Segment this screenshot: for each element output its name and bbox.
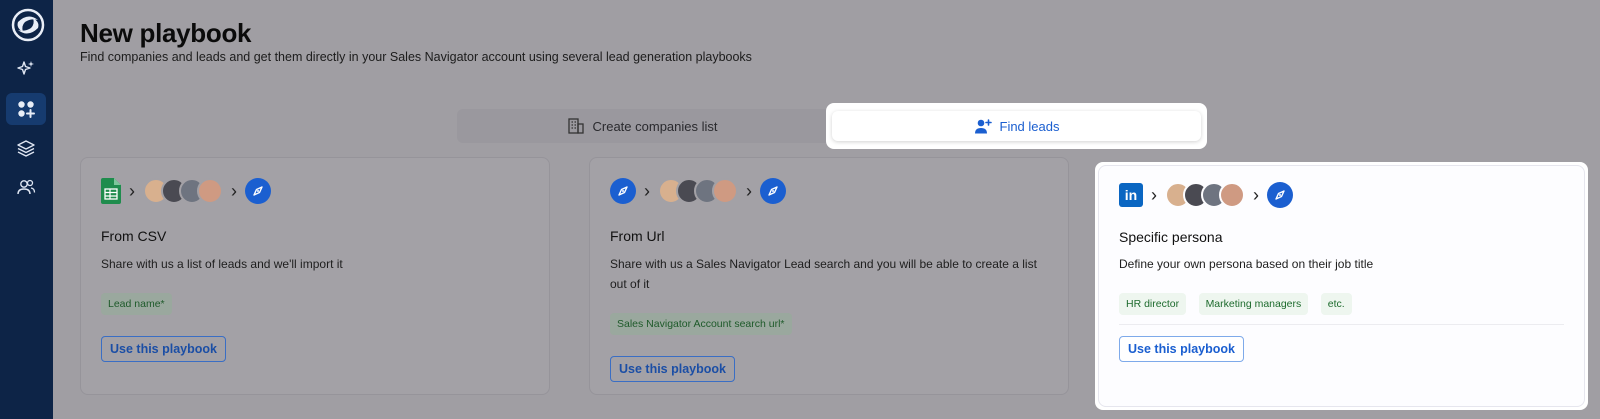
user-plus-icon <box>974 119 992 134</box>
playbook-card-csv[interactable]: › › From CSV Share with us a list of lea… <box>80 157 550 395</box>
tag: Lead name* <box>101 293 172 315</box>
card-description: Define your own persona based on their j… <box>1119 257 1374 271</box>
compass-icon <box>245 178 271 204</box>
card-description: Share with us a list of leads and we'll … <box>101 257 343 271</box>
chevron-right-icon: › <box>129 180 135 201</box>
sidebar <box>0 0 53 419</box>
tag: Sales Navigator Account search url* <box>610 313 792 335</box>
layers-icon <box>17 140 35 157</box>
chevron-right-icon: › <box>1253 184 1259 205</box>
sidebar-item-playbooks[interactable] <box>6 93 46 125</box>
avatar <box>197 178 223 204</box>
building-icon <box>567 118 584 134</box>
compass-icon <box>610 178 636 204</box>
avatar <box>712 178 738 204</box>
tab-create-companies[interactable]: Create companies list <box>457 109 827 143</box>
grid-plus-icon <box>18 101 35 118</box>
tag-list: HR director Marketing managers etc. <box>1119 293 1360 315</box>
avatar-group <box>143 178 223 204</box>
tag-list: Sales Navigator Account search url* <box>610 313 800 335</box>
app-logo-icon[interactable] <box>11 8 45 42</box>
sidebar-item-ai[interactable] <box>6 53 46 85</box>
use-playbook-button[interactable]: Use this playbook <box>101 336 226 362</box>
tag: HR director <box>1119 293 1187 315</box>
tag: Marketing managers <box>1198 293 1309 315</box>
users-icon <box>17 179 36 195</box>
card-title: Specific persona <box>1119 229 1223 245</box>
use-playbook-button[interactable]: Use this playbook <box>1119 336 1244 362</box>
playbook-flow: › › <box>610 178 786 204</box>
playbook-flow: in › › <box>1119 182 1293 208</box>
compass-icon <box>1267 182 1293 208</box>
playbook-flow: › › <box>101 178 271 204</box>
tag: etc. <box>1320 293 1352 315</box>
playbook-card-url[interactable]: › › From Url Share with us a Sales Navig… <box>589 157 1069 395</box>
playbook-card-persona[interactable]: in › › Specific persona Define your own … <box>1098 165 1585 407</box>
use-playbook-button[interactable]: Use this playbook <box>610 356 735 382</box>
tab-label: Create companies list <box>592 118 718 134</box>
compass-icon <box>760 178 786 204</box>
card-title: From CSV <box>101 228 167 244</box>
tab-label: Find leads <box>999 118 1060 134</box>
avatar-group <box>658 178 738 204</box>
avatar-group <box>1165 182 1245 208</box>
chevron-right-icon: › <box>231 180 237 201</box>
sidebar-item-team[interactable] <box>6 171 46 203</box>
page-title: New playbook <box>80 18 252 48</box>
sidebar-item-lists[interactable] <box>6 132 46 164</box>
tab-find-leads[interactable]: Find leads <box>832 111 1201 141</box>
google-sheets-icon <box>101 178 121 204</box>
chevron-right-icon: › <box>1151 184 1157 205</box>
chevron-right-icon: › <box>746 180 752 201</box>
page-subtitle: Find companies and leads and get them di… <box>80 50 752 64</box>
card-description: Share with us a Sales Navigator Lead sea… <box>610 257 1037 291</box>
linkedin-icon: in <box>1119 183 1143 207</box>
tag-list: Lead name* <box>101 293 180 315</box>
avatar <box>1219 182 1245 208</box>
card-divider <box>1119 324 1564 325</box>
chevron-right-icon: › <box>644 180 650 201</box>
sparkles-icon <box>17 61 34 75</box>
card-title: From Url <box>610 228 665 244</box>
